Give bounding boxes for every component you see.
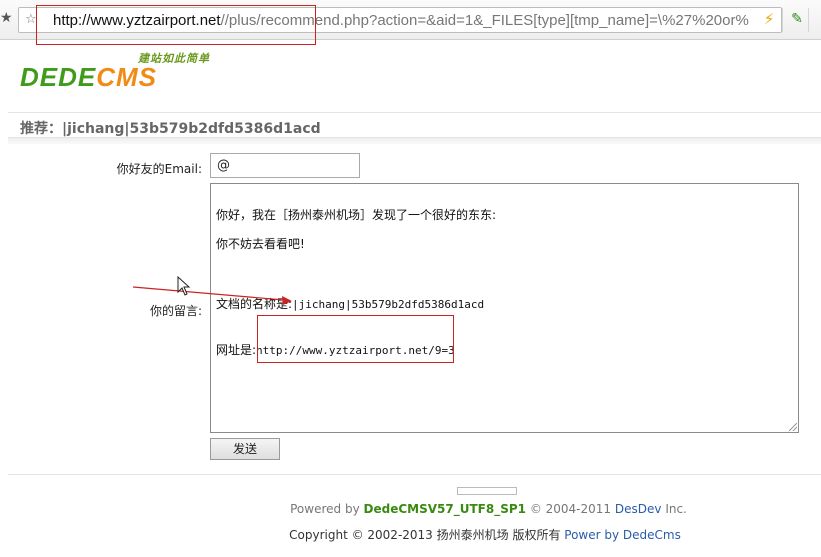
- star-icon[interactable]: ★: [0, 10, 13, 26]
- message-line-2: 你不妨去看看吧!: [216, 237, 305, 251]
- dedecms-link[interactable]: Power by DedeCms: [564, 528, 681, 542]
- powered-suffix: Inc.: [665, 502, 687, 516]
- copyright-text: Copyright © 2002-2013 扬州泰州机场 版权所有: [289, 528, 561, 542]
- toolbar-separator: [782, 8, 783, 32]
- send-button[interactable]: 发送: [210, 438, 280, 460]
- email-field[interactable]: [210, 153, 360, 178]
- message-line-1: 你好，我在［扬州泰州机场］发现了一个很好的东东:: [216, 208, 497, 222]
- doc-name-value: |jichang|53b579b2dfd5386d1acd: [292, 298, 485, 311]
- logo-wordmark: DEDECMS: [20, 62, 157, 93]
- url-label: 网址是:: [216, 343, 257, 357]
- logo-cms: CMS: [96, 62, 158, 92]
- message-label: 你的留言:: [149, 304, 202, 318]
- footer-powered: Powered by DedeCMSV57_UTF8_SP1 © 2004-20…: [0, 502, 821, 516]
- divider: [8, 474, 821, 475]
- lightning-bolt-icon[interactable]: ⚡: [760, 9, 778, 29]
- desdev-link[interactable]: DesDev: [615, 502, 662, 516]
- site-logo[interactable]: 建站如此简单 DEDECMS: [20, 50, 240, 96]
- logo-dede: DEDE: [20, 62, 97, 92]
- doc-name-label: 文档的名称是:: [216, 297, 293, 311]
- title-underbar: [8, 137, 821, 144]
- footer-copyright: Copyright © 2002-2013 扬州泰州机场 版权所有 Power …: [0, 526, 821, 543]
- annotation-box-link: [257, 315, 454, 363]
- mouse-cursor-icon: [177, 276, 191, 296]
- powered-years: © 2004-2011: [529, 502, 612, 516]
- email-label: 你好友的Email:: [116, 162, 202, 176]
- powered-version-link[interactable]: DedeCMSV57_UTF8_SP1: [364, 502, 526, 516]
- message-textarea[interactable]: 你好，我在［扬州泰州机场］发现了一个很好的东东: 你不妨去看看吧! 文档的名称是…: [210, 183, 799, 433]
- page-title: 推荐：|jichang|53b579b2dfd5386d1acd: [20, 121, 321, 137]
- powered-prefix: Powered by: [290, 502, 360, 516]
- divider: [8, 112, 821, 113]
- bookmark-star-icon[interactable]: ☆: [25, 12, 37, 27]
- resize-handle[interactable]: [789, 423, 797, 431]
- doc-name-line: 文档的名称是:|jichang|53b579b2dfd5386d1acd: [216, 295, 484, 312]
- annotation-box-url: [36, 5, 316, 45]
- footer-box: [457, 487, 517, 495]
- pin-icon[interactable]: ✎: [788, 9, 806, 29]
- toolbar-overflow[interactable]: [808, 8, 821, 32]
